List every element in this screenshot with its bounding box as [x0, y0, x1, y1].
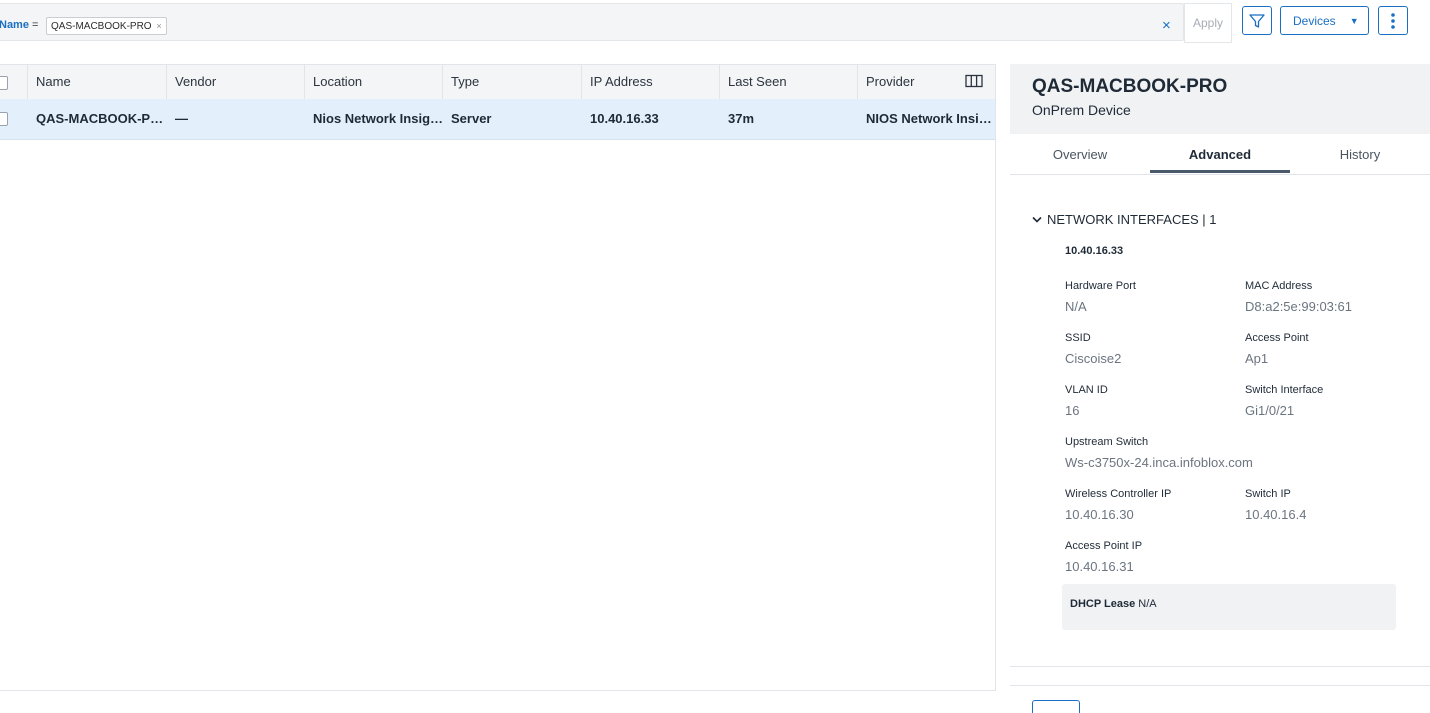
dhcp-lease-box: DHCP Lease N/A — [1062, 584, 1396, 630]
upstream-switch-label: Upstream Switch — [1065, 436, 1149, 448]
mac-address-label: MAC Address — [1245, 280, 1313, 292]
devices-dropdown-label: Devices — [1293, 13, 1336, 28]
ssid-value: Ciscoise2 — [1065, 351, 1122, 366]
column-header-name[interactable]: Name — [28, 65, 167, 99]
switch-ip-value: 10.40.16.4 — [1245, 507, 1307, 522]
devices-table: Name Vendor Location Type IP Address Las… — [0, 64, 996, 691]
switch-interface-label: Switch Interface — [1245, 384, 1324, 396]
filter-button[interactable] — [1242, 6, 1272, 35]
cell-type: Server — [451, 111, 492, 126]
filter-field-name[interactable]: Name — [0, 19, 29, 31]
cell-vendor: — — [175, 111, 188, 126]
cell-location: Nios Network Insig… — [313, 111, 443, 126]
column-header-location[interactable]: Location — [305, 65, 443, 99]
cell-name: QAS-MACBOOK-P… — [36, 111, 164, 126]
dhcp-lease-label: DHCP Lease — [1070, 598, 1136, 610]
access-point-value: Ap1 — [1245, 351, 1269, 366]
wireless-controller-ip-label: Wireless Controller IP — [1065, 488, 1172, 500]
columns-icon[interactable] — [965, 74, 983, 88]
dhcp-lease: DHCP Lease N/A — [1070, 598, 1157, 610]
panel-divider — [1010, 666, 1430, 667]
header-select-cell — [0, 65, 28, 99]
switch-ip-label: Switch IP — [1245, 488, 1291, 500]
kebab-menu-icon — [1391, 12, 1395, 29]
row-select-cell — [0, 99, 28, 139]
row-checkbox[interactable] — [0, 112, 8, 126]
chevron-down-icon[interactable] — [1032, 215, 1042, 227]
column-header-provider[interactable]: Provider — [858, 65, 958, 99]
tab-history[interactable]: History — [1290, 134, 1430, 174]
access-point-label: Access Point — [1245, 332, 1309, 344]
filter-value-chip[interactable]: QAS-MACBOOK-PRO × — [46, 17, 167, 35]
select-all-checkbox[interactable] — [0, 76, 8, 90]
column-header-ip-address[interactable]: IP Address — [582, 65, 720, 99]
devices-dropdown[interactable]: Devices ▼ — [1280, 6, 1369, 35]
details-tabs: Overview Advanced History — [1010, 134, 1430, 175]
apply-button[interactable]: Apply — [1184, 3, 1232, 43]
panel-header: QAS-MACBOOK-PRO OnPrem Device — [1010, 64, 1430, 134]
column-header-type[interactable]: Type — [443, 65, 582, 99]
cell-last-seen: 37m — [728, 111, 755, 126]
interface-ip: 10.40.16.33 — [1065, 245, 1124, 257]
filter-chip-label: QAS-MACBOOK-PRO — [51, 21, 152, 32]
access-point-ip-value: 10.40.16.31 — [1065, 559, 1134, 574]
funnel-icon — [1249, 13, 1265, 28]
hardware-port-label: Hardware Port — [1065, 280, 1136, 292]
cell-ip-address: 10.40.16.33 — [590, 111, 659, 126]
chip-remove-icon[interactable]: × — [156, 21, 161, 31]
section-title: NETWORK INTERFACES | 1 — [1047, 212, 1217, 227]
device-subtitle: OnPrem Device — [1032, 102, 1131, 118]
vlan-id-value: 16 — [1065, 403, 1080, 418]
tab-overview[interactable]: Overview — [1010, 134, 1150, 174]
column-header-last-seen[interactable]: Last Seen — [720, 65, 858, 99]
caret-down-icon: ▼ — [1349, 15, 1359, 26]
access-point-ip-label: Access Point IP — [1065, 540, 1143, 552]
switch-interface-value: Gi1/0/21 — [1245, 403, 1295, 418]
tab-advanced[interactable]: Advanced — [1150, 134, 1290, 174]
dhcp-lease-value: N/A — [1138, 598, 1157, 610]
mac-address-value: D8:a2:5e:99:03:61 — [1245, 299, 1352, 314]
column-header-vendor[interactable]: Vendor — [167, 65, 305, 99]
device-title: QAS-MACBOOK-PRO — [1032, 76, 1228, 97]
active-tab-indicator — [1150, 170, 1290, 173]
filter-input[interactable]: Name = QAS-MACBOOK-PRO × × — [0, 3, 1184, 41]
filter-bar: Name = QAS-MACBOOK-PRO × × Apply Devices… — [0, 0, 1430, 48]
upstream-switch-value: Ws-c3750x-24.inca.infoblox.com — [1065, 455, 1253, 470]
vlan-id-label: VLAN ID — [1065, 384, 1108, 396]
footer-button[interactable] — [1032, 700, 1080, 713]
network-interfaces-section-header[interactable]: NETWORK INTERFACES | 1 — [1032, 212, 1217, 227]
cell-provider: NIOS Network Insi… — [866, 111, 992, 126]
filter-operator: = — [32, 19, 39, 31]
clear-filter-icon[interactable]: × — [1162, 17, 1171, 34]
panel-divider — [1010, 685, 1430, 686]
device-details-panel: QAS-MACBOOK-PRO OnPrem Device Overview A… — [1010, 64, 1430, 713]
hardware-port-value: N/A — [1065, 299, 1087, 314]
wireless-controller-ip-value: 10.40.16.30 — [1065, 507, 1134, 522]
ssid-label: SSID — [1065, 332, 1091, 344]
table-row[interactable]: QAS-MACBOOK-P… — Nios Network Insig… Ser… — [0, 99, 995, 140]
more-options-button[interactable] — [1378, 6, 1408, 35]
table-header: Name Vendor Location Type IP Address Las… — [0, 65, 995, 100]
